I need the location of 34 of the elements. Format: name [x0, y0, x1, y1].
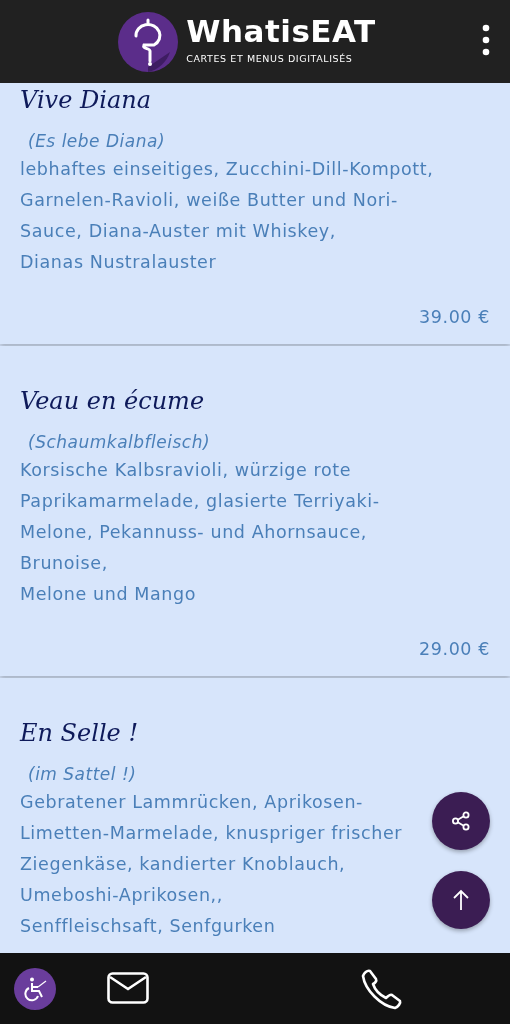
share-icon: [451, 811, 471, 831]
email-button[interactable]: [107, 972, 149, 1004]
arrow-up-icon: [452, 889, 470, 911]
dish-description: Umeboshi-Aprikosen,,: [20, 884, 223, 907]
dish-description: Melone und Mango: [20, 583, 197, 606]
dish-translation: (Es lebe Diana): [28, 130, 166, 153]
dish-description: Brunoise,: [20, 552, 108, 575]
dish-description: Melone, Pekannuss- und Ahornsauce,: [20, 521, 367, 544]
phone-button[interactable]: [361, 968, 403, 1010]
menu-icon[interactable]: [482, 24, 490, 56]
logo-icon: [118, 11, 179, 72]
dish-description: Limetten-Marmelade, knuspriger frischer: [20, 822, 403, 845]
dish-description: Ziegenkäse, kandierter Knoblauch,: [20, 853, 346, 876]
dish-description: Garnelen-Ravioli, weiße Butter und Nori-: [20, 189, 398, 212]
dish-translation: (Schaumkalbfleisch): [28, 431, 211, 454]
wheelchair-icon: [22, 976, 48, 1002]
dish-description: Korsische Kalbsravioli, würzige rote: [20, 459, 352, 482]
dish-description: lebhaftes einseitiges, Zucchini-Dill-Kompott,: [20, 158, 434, 181]
tagline: CARTES ET MENUS DIGITALISÉS: [186, 52, 354, 67]
dish-description: Senffleischsaft, Senfgurken: [20, 915, 276, 938]
brand-name: WhatisEAT: [186, 16, 376, 48]
dish-description: Dianas Nustralauster: [20, 251, 217, 274]
envelope-icon: [107, 972, 149, 1004]
dish-price: 29.00 €: [419, 638, 490, 661]
dish-title: En Selle !: [20, 718, 139, 749]
dish-title: Vive Diana: [20, 85, 151, 116]
accessibility-button[interactable]: [14, 968, 56, 1010]
dish-description: Sauce, Diana-Auster mit Whiskey,: [20, 220, 336, 243]
dish-title: Veau en écume: [20, 386, 205, 417]
dish-translation: (im Sattel !): [28, 763, 137, 786]
dish-description: Gebratener Lammrücken, Aprikosen-: [20, 791, 363, 814]
phone-icon: [361, 968, 403, 1010]
dish-price: 39.00 €: [419, 306, 490, 329]
dish-description: Paprikamarmelade, glasierte Terriyaki-: [20, 490, 380, 513]
